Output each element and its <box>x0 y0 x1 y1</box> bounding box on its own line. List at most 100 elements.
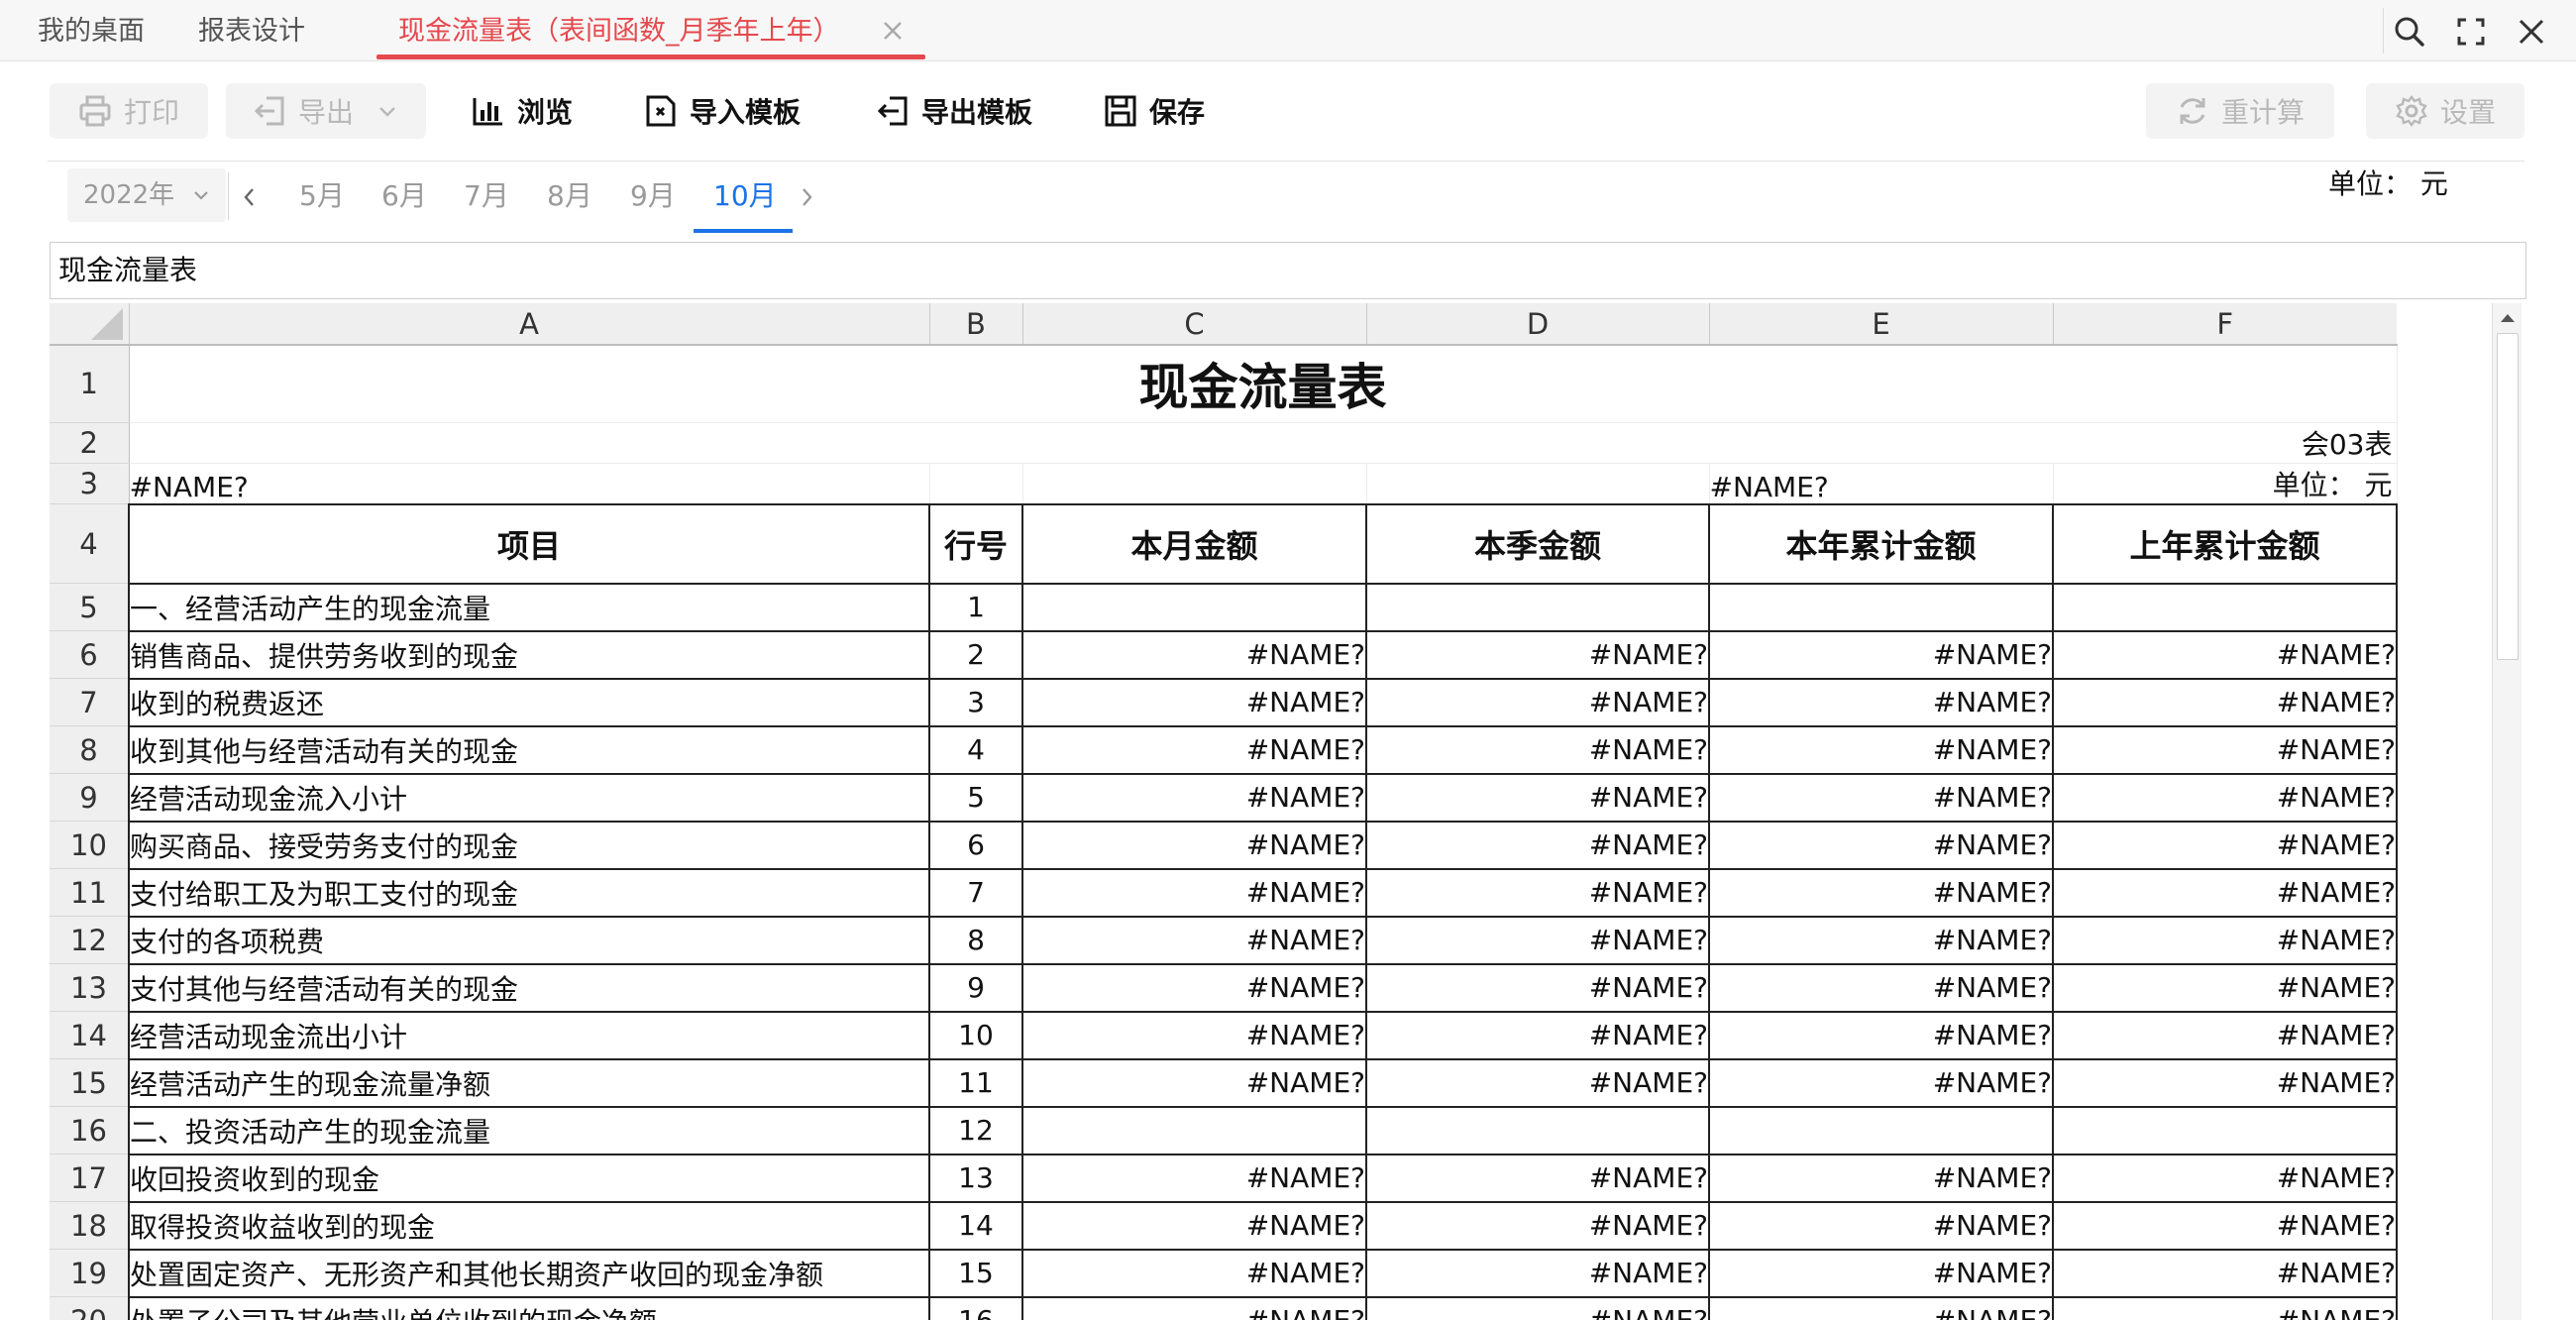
period-cell[interactable]: #NAME? <box>1709 463 2054 504</box>
ytd-amount-cell[interactable]: #NAME? <box>1708 1010 2054 1060</box>
form-number-cell[interactable]: 会03表 <box>129 422 2398 464</box>
row-header[interactable]: 2 <box>50 422 130 464</box>
tab-report-design[interactable]: 报表设计 <box>198 0 305 61</box>
prior-year-amount-cell[interactable] <box>2052 1105 2398 1155</box>
print-button[interactable]: 打印 <box>50 83 208 139</box>
header-cell-prior-year-amount[interactable]: 上年累计金额 <box>2052 502 2398 585</box>
ytd-amount-cell[interactable]: #NAME? <box>1708 1057 2054 1108</box>
row-header[interactable]: 10 <box>50 821 130 869</box>
scrollbar-thumb[interactable] <box>2497 333 2519 660</box>
column-header[interactable]: E <box>1708 303 2053 346</box>
month-amount-cell[interactable]: #NAME? <box>1021 772 1367 823</box>
item-cell[interactable]: 处置子公司及其他营业单位收到的现金净额 <box>128 1295 930 1320</box>
item-cell[interactable]: 二、投资活动产生的现金流量 <box>128 1105 930 1155</box>
quarter-amount-cell[interactable]: #NAME? <box>1365 677 1710 727</box>
month-october[interactable]: 10月 <box>713 172 777 220</box>
maximize-icon[interactable] <box>2451 12 2491 52</box>
item-cell[interactable]: 收到其他与经营活动有关的现金 <box>128 724 930 775</box>
export-template-button[interactable]: 导出模板 <box>876 83 1044 139</box>
item-cell[interactable]: 经营活动现金流出小计 <box>128 1010 930 1060</box>
line-number-cell[interactable]: 12 <box>928 1105 1023 1155</box>
row-header[interactable]: 16 <box>50 1106 130 1155</box>
row-header[interactable]: 1 <box>50 345 130 423</box>
row-header[interactable]: 9 <box>50 773 130 822</box>
line-number-cell[interactable]: 15 <box>928 1248 1023 1298</box>
tab-my-desktop[interactable]: 我的桌面 <box>38 0 145 61</box>
row-header[interactable]: 20 <box>50 1296 130 1320</box>
vertical-scrollbar[interactable] <box>2492 303 2522 1320</box>
month-june[interactable]: 6月 <box>381 172 427 220</box>
header-cell-quarter-amount[interactable]: 本季金额 <box>1365 502 1710 585</box>
quarter-amount-cell[interactable]: #NAME? <box>1365 915 1710 965</box>
month-amount-cell[interactable]: #NAME? <box>1021 629 1367 680</box>
column-header[interactable]: F <box>2052 303 2397 346</box>
quarter-amount-cell[interactable]: #NAME? <box>1365 1200 1710 1251</box>
month-amount-cell[interactable]: #NAME? <box>1021 724 1367 775</box>
prior-year-amount-cell[interactable]: #NAME? <box>2052 724 2398 775</box>
column-header[interactable]: B <box>928 303 1022 346</box>
line-number-cell[interactable]: 14 <box>928 1200 1023 1251</box>
quarter-amount-cell[interactable]: #NAME? <box>1365 629 1710 680</box>
item-cell[interactable]: 取得投资收益收到的现金 <box>128 1200 930 1251</box>
tab-close-icon[interactable] <box>878 16 908 46</box>
quarter-amount-cell[interactable]: #NAME? <box>1365 962 1710 1013</box>
quarter-amount-cell[interactable]: #NAME? <box>1365 867 1710 918</box>
prior-year-amount-cell[interactable]: #NAME? <box>2052 677 2398 727</box>
ytd-amount-cell[interactable]: #NAME? <box>1708 772 2054 823</box>
row-header[interactable]: 5 <box>50 583 130 631</box>
header-cell-ytd-amount[interactable]: 本年累计金额 <box>1708 502 2054 585</box>
column-header[interactable]: C <box>1021 303 1366 346</box>
tab-cash-flow-statement[interactable]: 现金流量表（表间函数_月季年上年） <box>398 0 840 61</box>
prior-year-amount-cell[interactable]: #NAME? <box>2052 629 2398 680</box>
month-amount-cell[interactable]: #NAME? <box>1021 1057 1367 1108</box>
prior-year-amount-cell[interactable] <box>2052 582 2398 632</box>
month-amount-cell[interactable] <box>1021 582 1367 632</box>
item-cell[interactable]: 支付给职工及为职工支付的现金 <box>128 867 930 918</box>
month-amount-cell[interactable]: #NAME? <box>1021 820 1367 870</box>
prior-year-amount-cell[interactable]: #NAME? <box>2052 1200 2398 1251</box>
item-cell[interactable]: 一、经营活动产生的现金流量 <box>128 582 930 632</box>
month-july[interactable]: 7月 <box>464 172 509 220</box>
month-amount-cell[interactable]: #NAME? <box>1021 962 1367 1013</box>
unit-cell[interactable]: 单位： 元 <box>2053 463 2398 504</box>
ytd-amount-cell[interactable]: #NAME? <box>1708 677 2054 727</box>
line-number-cell[interactable]: 11 <box>928 1057 1023 1108</box>
ytd-amount-cell[interactable] <box>1708 1105 2054 1155</box>
ytd-amount-cell[interactable]: #NAME? <box>1708 867 2054 918</box>
item-cell[interactable]: 收到的税费返还 <box>128 677 930 727</box>
month-amount-cell[interactable]: #NAME? <box>1021 867 1367 918</box>
quarter-amount-cell[interactable]: #NAME? <box>1365 1057 1710 1108</box>
search-icon[interactable] <box>2390 12 2429 52</box>
quarter-amount-cell[interactable]: #NAME? <box>1365 1295 1710 1320</box>
item-cell[interactable]: 收回投资收到的现金 <box>128 1153 930 1203</box>
header-cell-item[interactable]: 项目 <box>128 502 930 585</box>
empty-cell[interactable] <box>1022 463 1367 504</box>
browse-button[interactable]: 浏览 <box>472 83 581 139</box>
month-amount-cell[interactable]: #NAME? <box>1021 1010 1367 1060</box>
month-amount-cell[interactable]: #NAME? <box>1021 1200 1367 1251</box>
scroll-up-icon[interactable] <box>2493 303 2522 333</box>
ytd-amount-cell[interactable]: #NAME? <box>1708 1248 2054 1298</box>
line-number-cell[interactable]: 3 <box>928 677 1023 727</box>
chevron-left-icon[interactable] <box>240 184 260 210</box>
close-icon[interactable] <box>2512 12 2551 52</box>
header-cell-line-no[interactable]: 行号 <box>928 502 1023 585</box>
prior-year-amount-cell[interactable]: #NAME? <box>2052 962 2398 1013</box>
line-number-cell[interactable]: 2 <box>928 629 1023 680</box>
settings-button[interactable]: 设置 <box>2366 83 2524 139</box>
prior-year-amount-cell[interactable]: #NAME? <box>2052 1057 2398 1108</box>
month-august[interactable]: 8月 <box>547 172 592 220</box>
ytd-amount-cell[interactable]: #NAME? <box>1708 629 2054 680</box>
ytd-amount-cell[interactable]: #NAME? <box>1708 962 2054 1013</box>
ytd-amount-cell[interactable]: #NAME? <box>1708 1295 2054 1320</box>
prior-year-amount-cell[interactable]: #NAME? <box>2052 1010 2398 1060</box>
prior-year-amount-cell[interactable]: #NAME? <box>2052 915 2398 965</box>
item-cell[interactable]: 支付的各项税费 <box>128 915 930 965</box>
month-amount-cell[interactable]: #NAME? <box>1021 1153 1367 1203</box>
item-cell[interactable]: 处置固定资产、无形资产和其他长期资产收回的现金净额 <box>128 1248 930 1298</box>
row-header[interactable]: 8 <box>50 725 130 774</box>
item-cell[interactable]: 经营活动产生的现金流量净额 <box>128 1057 930 1108</box>
line-number-cell[interactable]: 4 <box>928 724 1023 775</box>
save-button[interactable]: 保存 <box>1104 83 1213 139</box>
ytd-amount-cell[interactable]: #NAME? <box>1708 1153 2054 1203</box>
